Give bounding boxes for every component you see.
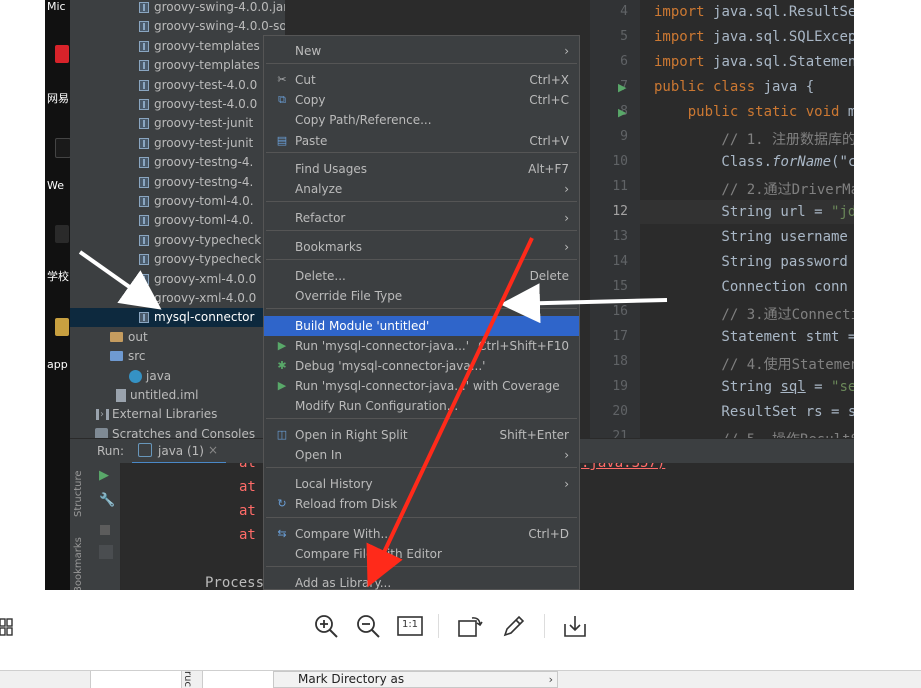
mark-directory-menu-item[interactable]: Mark Directory as › <box>273 671 558 688</box>
grid-icon[interactable] <box>0 618 14 636</box>
zoom-out-icon[interactable] <box>354 612 382 640</box>
mark-directory-label: Mark Directory as <box>298 672 405 686</box>
submenu-arrow-icon: › <box>548 673 553 686</box>
white-arrow-left <box>78 250 162 310</box>
strip-panel <box>90 671 182 688</box>
screenshot-viewer: Mic 网易 We 学校 app ›groovy-swing-4.0.0.jar… <box>45 0 854 590</box>
actual-size-label: 1:1 <box>401 619 419 630</box>
toolbar-divider <box>438 614 439 638</box>
bottom-strip: ruc Mark Directory as › <box>0 670 921 688</box>
rotate-icon[interactable] <box>456 612 484 640</box>
white-arrow-right <box>500 283 668 324</box>
red-arrow <box>366 237 534 588</box>
toolbar-divider <box>544 614 545 638</box>
strip-panel <box>202 671 273 688</box>
annotation-arrows <box>78 237 668 588</box>
actual-size-icon[interactable]: 1:1 <box>396 612 424 640</box>
edit-icon[interactable] <box>500 612 528 640</box>
download-icon[interactable] <box>561 612 589 640</box>
strip-side-label: ruc <box>182 671 193 687</box>
zoom-in-icon[interactable] <box>312 612 340 640</box>
